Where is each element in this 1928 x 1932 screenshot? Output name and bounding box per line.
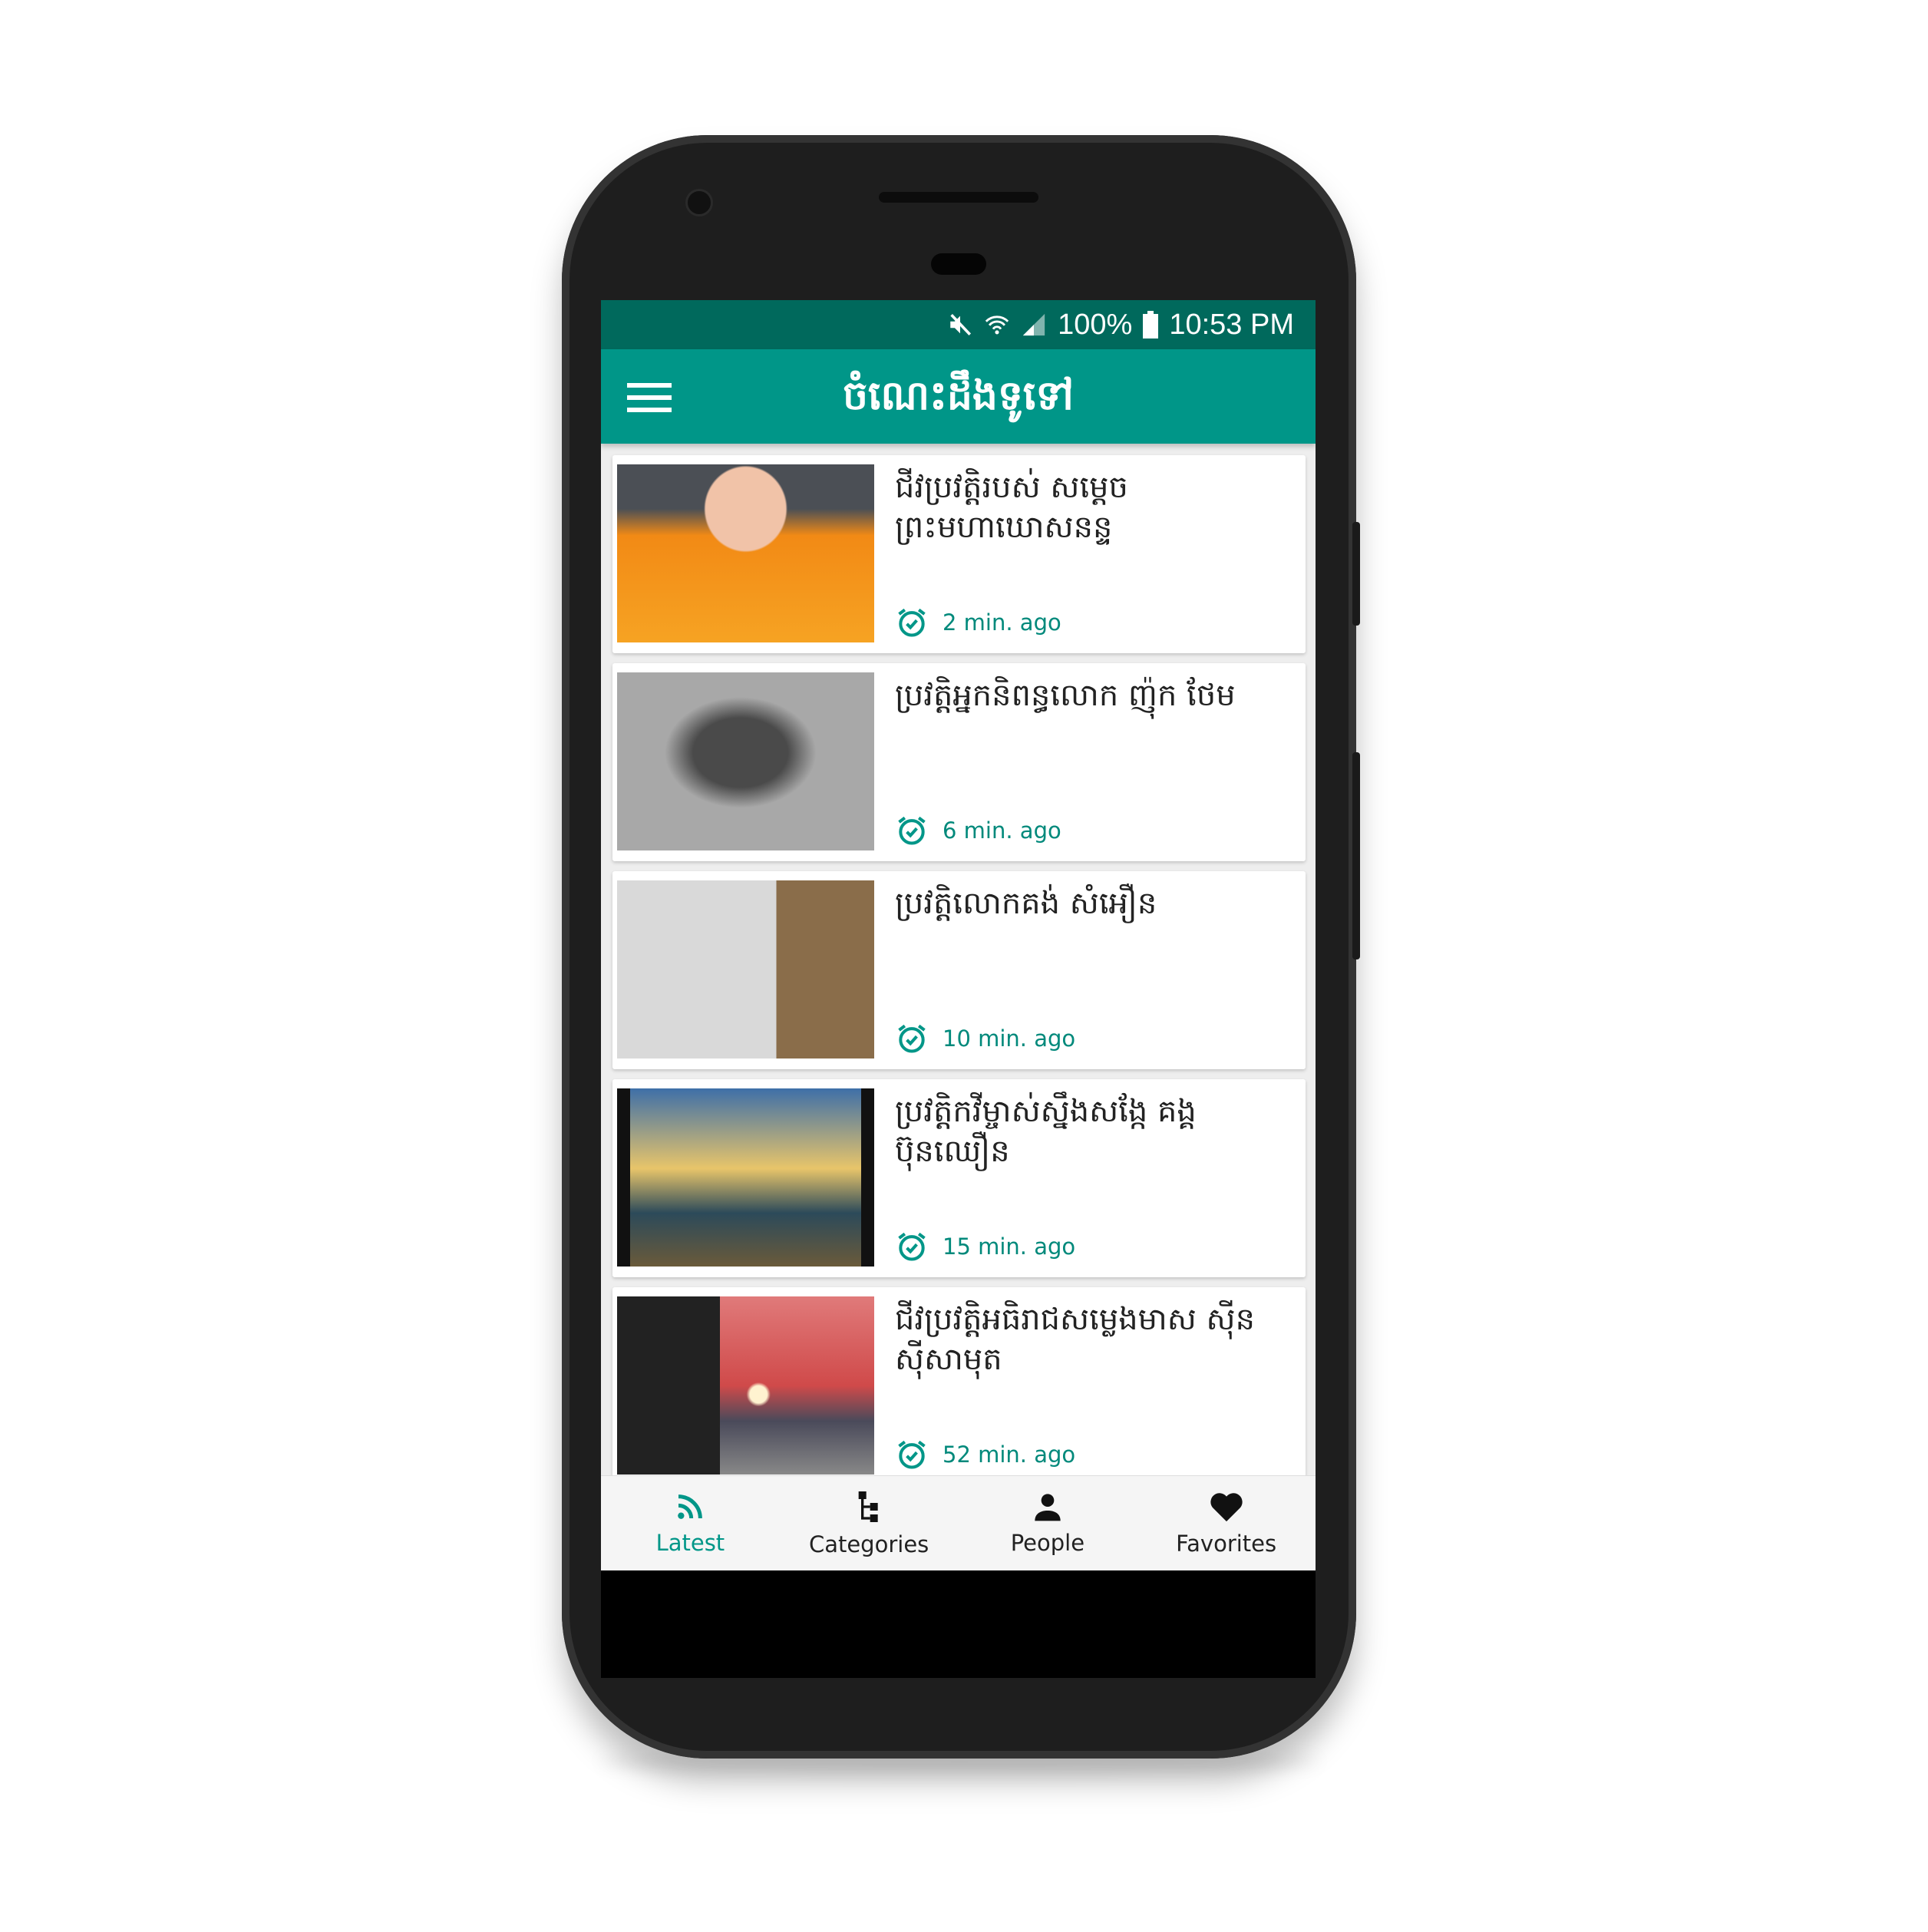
nav-favorites[interactable]: Favorites xyxy=(1137,1476,1316,1570)
article-time: 15 min. ago xyxy=(943,1234,1076,1260)
article-thumbnail xyxy=(617,1088,874,1267)
article-card[interactable]: ប្រវត្តិកវីម្ចាស់ស្នឹងសង្កែ គង្គ ប៊ុនឈឿន… xyxy=(612,1079,1306,1277)
article-title: ប្រវត្តិលោកគង់ សំអឿន xyxy=(895,886,1157,921)
status-bar: 100% 10:53 PM xyxy=(601,300,1316,349)
alarm-check-icon xyxy=(898,1440,926,1469)
battery-icon xyxy=(1143,311,1159,339)
clock: 10:53 PM xyxy=(1169,308,1294,341)
bottom-navigation: Latest Categories People Favorites xyxy=(601,1475,1316,1570)
article-list[interactable]: ជីវប្រវត្តិរបស់ សម្តេចព្រះមហាឃោសនន្ទ 2 m… xyxy=(612,455,1306,1495)
article-card[interactable]: ជីវប្រវត្តិអធិរាជសម្លេងមាស ស៊ីន ស៊ីសាមុត… xyxy=(612,1287,1306,1485)
nav-label: Favorites xyxy=(1176,1531,1277,1557)
alarm-check-icon xyxy=(898,1232,926,1261)
nav-label: People xyxy=(1010,1530,1085,1556)
screen-bottom-bezel xyxy=(601,1570,1316,1678)
article-thumbnail xyxy=(617,464,874,642)
volume-button xyxy=(1352,752,1360,959)
article-title: ជីវប្រវត្តិរបស់ សម្តេចព្រះមហាឃោសនន្ទ xyxy=(895,470,1128,545)
article-thumbnail xyxy=(617,880,874,1058)
front-camera xyxy=(685,189,713,216)
battery-percent: 100% xyxy=(1058,308,1133,341)
page-title: ចំណេះដឹងទូទៅ xyxy=(843,373,1074,419)
signal-icon xyxy=(1022,313,1045,336)
wifi-icon xyxy=(985,315,1009,335)
article-card[interactable]: ប្រវត្តិអ្នកនិពន្ធលោក ញ៉ុក ថែម 6 min. ag… xyxy=(612,663,1306,861)
earpiece-speaker xyxy=(879,192,1038,203)
article-time: 6 min. ago xyxy=(943,817,1061,844)
article-time: 10 min. ago xyxy=(943,1025,1076,1052)
alarm-check-icon xyxy=(898,816,926,845)
article-time: 52 min. ago xyxy=(943,1442,1076,1468)
article-thumbnail xyxy=(617,1296,874,1475)
tree-icon xyxy=(858,1491,878,1522)
article-title: ជីវប្រវត្តិអធិរាជសម្លេងមាស ស៊ីន ស៊ីសាមុត xyxy=(895,1302,1255,1377)
app-screen: 100% 10:53 PM ចំណេះដឹងទូទៅ ជីវប្រវត្តិរប… xyxy=(601,300,1316,1570)
article-card[interactable]: ជីវប្រវត្តិរបស់ សម្តេចព្រះមហាឃោសនន្ទ 2 m… xyxy=(612,455,1306,653)
article-time: 2 min. ago xyxy=(943,609,1061,636)
nav-categories[interactable]: Categories xyxy=(780,1476,959,1570)
article-title: ប្រវត្តិកវីម្ចាស់ស្នឹងសង្កែ គង្គ ប៊ុនឈឿន xyxy=(895,1094,1197,1169)
nav-people[interactable]: People xyxy=(959,1476,1137,1570)
article-title: ប្រវត្តិអ្នកនិពន្ធលោក ញ៉ុក ថែម xyxy=(895,678,1236,713)
article-card[interactable]: ប្រវត្តិលោកគង់ សំអឿន 10 min. ago xyxy=(612,871,1306,1069)
person-icon xyxy=(1035,1494,1061,1521)
nav-label: Latest xyxy=(655,1530,725,1556)
alarm-check-icon xyxy=(898,608,926,637)
heart-icon xyxy=(1210,1493,1243,1522)
nav-latest[interactable]: Latest xyxy=(601,1476,780,1570)
app-toolbar: ចំណេះដឹងទូទៅ xyxy=(601,349,1316,444)
nav-label: Categories xyxy=(808,1531,929,1557)
mute-icon xyxy=(950,314,972,335)
article-thumbnail xyxy=(617,672,874,850)
alarm-check-icon xyxy=(898,1024,926,1053)
rss-icon xyxy=(678,1494,703,1519)
proximity-sensor xyxy=(931,253,986,275)
power-button xyxy=(1352,522,1360,626)
